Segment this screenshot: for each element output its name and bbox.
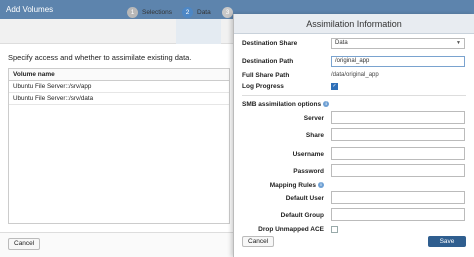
volume-table: Volume name Ubuntu File Server::/srv/app… bbox=[8, 68, 230, 224]
active-step-highlight bbox=[176, 19, 221, 44]
step-number: 3 bbox=[222, 7, 233, 18]
destination-path-input[interactable]: /original_app bbox=[331, 56, 465, 67]
panel-title: Assimilation Information bbox=[234, 14, 474, 34]
username-label: Username bbox=[292, 151, 324, 158]
destination-path-label: Destination Path bbox=[242, 58, 294, 65]
table-row[interactable]: Ubuntu File Server::/srv/app bbox=[9, 81, 229, 93]
mapping-rules-label: Mapping Rules bbox=[269, 182, 316, 189]
drop-unmapped-ace-label: Drop Unmapped ACE bbox=[258, 226, 324, 233]
destination-share-select[interactable]: Data ▼ bbox=[331, 38, 465, 49]
cancel-button[interactable]: Cancel bbox=[242, 236, 275, 247]
full-share-path-label: Full Share Path bbox=[242, 72, 290, 79]
server-input[interactable] bbox=[331, 111, 465, 124]
default-group-input[interactable] bbox=[331, 208, 465, 221]
intro-text: Specify access and whether to assimilate… bbox=[8, 53, 192, 62]
default-group-label: Default Group bbox=[280, 212, 324, 219]
info-icon[interactable]: i bbox=[323, 101, 330, 108]
step-label: Selections bbox=[142, 9, 172, 16]
destination-share-label: Destination Share bbox=[242, 40, 298, 47]
drop-unmapped-ace-checkbox[interactable] bbox=[331, 226, 338, 233]
share-input[interactable] bbox=[331, 128, 465, 141]
step-selections[interactable]: 1 Selections bbox=[127, 6, 172, 19]
step-number: 1 bbox=[127, 7, 138, 18]
table-row[interactable]: Ubuntu File Server::/srv/data bbox=[9, 93, 229, 105]
share-label: Share bbox=[305, 132, 324, 139]
step-number: 2 bbox=[182, 7, 193, 18]
save-button[interactable]: Save bbox=[428, 236, 466, 247]
cancel-button[interactable]: Cancel bbox=[8, 238, 41, 250]
step-data[interactable]: 2 Data bbox=[182, 6, 211, 19]
smb-options-heading: SMB assimilation options i bbox=[242, 101, 330, 108]
info-icon[interactable]: i bbox=[318, 182, 324, 189]
full-share-path-value: /data/original_app bbox=[331, 72, 379, 78]
assimilation-info-panel: Assimilation Information Destination Sha… bbox=[233, 14, 474, 257]
default-user-label: Default User bbox=[285, 195, 324, 202]
divider bbox=[242, 95, 466, 96]
log-progress-label: Log Progress bbox=[242, 83, 284, 90]
server-label: Server bbox=[303, 115, 324, 122]
smb-options-label: SMB assimilation options bbox=[242, 101, 322, 108]
username-input[interactable] bbox=[331, 147, 465, 160]
destination-share-value: Data bbox=[335, 40, 348, 46]
step-label: Data bbox=[197, 9, 211, 16]
log-progress-checkbox[interactable]: ✓ bbox=[331, 83, 338, 90]
password-input[interactable] bbox=[331, 164, 465, 177]
default-user-input[interactable] bbox=[331, 191, 465, 204]
password-label: Password bbox=[293, 168, 324, 175]
chevron-down-icon: ▼ bbox=[456, 40, 461, 46]
mapping-rules-heading: Mapping Rules i bbox=[234, 182, 324, 189]
volume-name-column-header[interactable]: Volume name bbox=[9, 69, 229, 81]
